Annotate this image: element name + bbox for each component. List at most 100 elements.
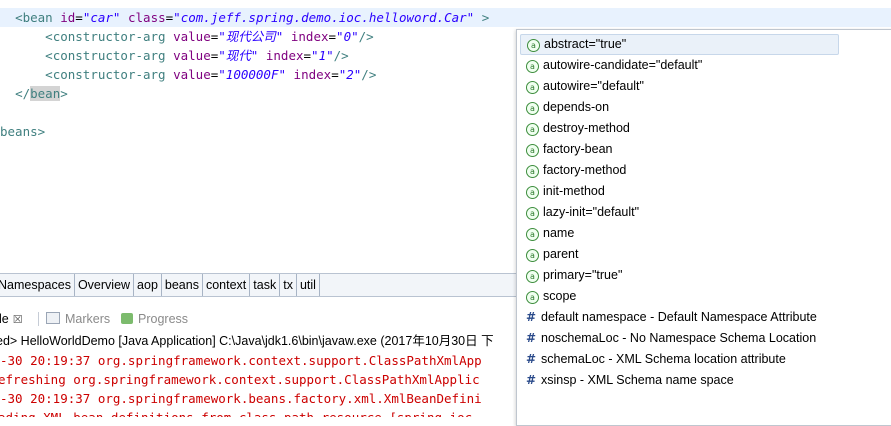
- assist-item-label: factory-bean: [543, 142, 613, 156]
- tab-tx[interactable]: tx: [280, 274, 297, 296]
- attr-name: value: [173, 67, 211, 82]
- assist-item-scope[interactable]: a scope: [520, 286, 837, 306]
- matching-tag-name: bean: [30, 86, 61, 101]
- assist-item-label: scope: [543, 289, 577, 303]
- attribute-icon: a: [526, 207, 539, 220]
- assist-item-name[interactable]: a name: [520, 223, 837, 243]
- assist-item-factory-bean[interactable]: a factory-bean: [520, 139, 837, 159]
- tab-console-label: ole: [0, 312, 9, 326]
- assist-item-autowire[interactable]: a autowire="default": [520, 76, 837, 96]
- code-line-bean-open[interactable]: <bean id="car" class="com.jeff.spring.de…: [0, 8, 489, 27]
- attribute-icon: a: [526, 291, 539, 304]
- assist-item-xsinsp[interactable]: # xsinsp - XML Schema name space: [520, 370, 837, 390]
- attribute-icon: a: [526, 123, 539, 136]
- editor-page-tabs: Namespaces Overview aop beans context ta…: [0, 273, 520, 297]
- assist-item-abstract[interactable]: a abstract="true": [520, 34, 839, 55]
- attr-value: "car": [82, 10, 121, 25]
- assist-item-label: destroy-method: [543, 121, 630, 135]
- tag-bracket: >: [60, 86, 68, 101]
- attr-value: "现代": [218, 48, 259, 63]
- assist-item-label: autowire="default": [543, 79, 644, 93]
- tab-console[interactable]: ole ☒: [0, 306, 29, 332]
- attribute-icon: a: [526, 81, 539, 94]
- console-output[interactable]: ed> HelloWorldDemo [Java Application] C:…: [0, 332, 520, 417]
- tag-bracket: </: [15, 86, 31, 101]
- tab-overview[interactable]: Overview: [75, 274, 135, 296]
- assist-item-destroy-method[interactable]: a destroy-method: [520, 118, 837, 138]
- tab-namespaces[interactable]: Namespaces: [0, 274, 75, 296]
- attribute-icon: a: [526, 60, 539, 73]
- attr-name: index: [265, 48, 304, 63]
- tag-bracket: />: [333, 48, 349, 63]
- tag-bracket: />: [361, 67, 377, 82]
- namespace-icon: #: [526, 352, 537, 366]
- attr-name: value: [173, 29, 211, 44]
- code-line-constructor-arg[interactable]: <constructor-arg value="现代" index="1"/>: [0, 46, 349, 65]
- markers-icon: [46, 312, 60, 324]
- attribute-icon: a: [526, 102, 539, 115]
- attr-name: index: [290, 29, 329, 44]
- tab-aop[interactable]: aop: [134, 274, 162, 296]
- tag-bracket: <: [15, 10, 23, 25]
- assist-item-depends-on[interactable]: a depends-on: [520, 97, 837, 117]
- assist-item-schemaloc[interactable]: # schemaLoc - XML Schema location attribu…: [520, 349, 837, 369]
- assist-item-autowire-candidate[interactable]: a autowire-candidate="default": [520, 55, 837, 75]
- namespace-icon: #: [526, 373, 537, 387]
- code-line-constructor-arg[interactable]: <constructor-arg value="100000F" index="…: [0, 65, 376, 84]
- assist-item-label: primary="true": [543, 268, 623, 282]
- code-line-bean-close[interactable]: </bean>: [0, 84, 68, 103]
- tag-bracket: >: [474, 10, 490, 25]
- assist-item-label: factory-method: [543, 163, 627, 177]
- tag-name: constructor-arg: [52, 29, 166, 44]
- attribute-icon: a: [526, 165, 539, 178]
- code-line-beans-close[interactable]: beans>: [0, 122, 45, 141]
- assist-item-factory-method[interactable]: a factory-method: [520, 160, 837, 180]
- tag-name: constructor-arg: [52, 48, 166, 63]
- assist-item-label: default namespace - Default Namespace At…: [541, 310, 817, 324]
- assist-item-label: parent: [543, 247, 579, 261]
- assist-item-label: abstract="true": [544, 37, 627, 51]
- attribute-icon: a: [526, 186, 539, 199]
- attr-value: "1": [311, 48, 334, 63]
- tab-progress-label: Progress: [138, 312, 189, 326]
- assist-item-label: lazy-init="default": [543, 205, 640, 219]
- tab-separator: [38, 312, 39, 326]
- assist-item-parent[interactable]: a parent: [520, 244, 837, 264]
- assist-item-init-method[interactable]: a init-method: [520, 181, 837, 201]
- code-line-constructor-arg[interactable]: <constructor-arg value="现代公司" index="0"/…: [0, 27, 374, 46]
- assist-item-label: depends-on: [543, 100, 610, 114]
- tab-markers[interactable]: Markers: [46, 306, 110, 332]
- assist-item-default-namespace[interactable]: # default namespace - Default Namespace A…: [520, 307, 837, 327]
- attr-name: id: [60, 10, 76, 25]
- assist-item-label: schemaLoc - XML Schema location attribut…: [541, 352, 786, 366]
- attribute-icon: a: [526, 249, 539, 262]
- assist-item-primary[interactable]: a primary="true": [520, 265, 837, 285]
- attr-value: "com.jeff.spring.demo.ioc.helloword.Car": [173, 10, 475, 25]
- close-icon[interactable]: ☒: [13, 314, 23, 326]
- namespace-icon: #: [526, 310, 537, 324]
- assist-item-label: noschemaLoc - No Namespace Schema Locati…: [541, 331, 817, 345]
- tab-progress[interactable]: Progress: [121, 306, 188, 332]
- progress-icon: [121, 313, 133, 324]
- assist-item-lazy-init[interactable]: a lazy-init="default": [520, 202, 837, 222]
- tab-util[interactable]: util: [297, 274, 320, 296]
- tag-name: bean: [22, 10, 53, 25]
- tab-task[interactable]: task: [250, 274, 281, 296]
- attr-value: "0": [336, 29, 359, 44]
- tag-bracket: />: [358, 29, 374, 44]
- attribute-icon: a: [526, 144, 539, 157]
- assist-item-noschemaloc[interactable]: # noschemaLoc - No Namespace Schema Locat…: [520, 328, 837, 348]
- tab-markers-label: Markers: [65, 312, 111, 326]
- attr-name: class: [128, 10, 166, 25]
- attr-name: value: [173, 48, 211, 63]
- console-line: efreshing org.springframework.context.su…: [0, 372, 480, 387]
- tab-context[interactable]: context: [203, 274, 251, 296]
- tab-beans[interactable]: beans: [162, 274, 203, 296]
- assist-item-label: autowire-candidate="default": [543, 58, 703, 72]
- assist-item-label: xsinsp - XML Schema name space: [541, 373, 734, 387]
- console-line: ading XML bean definitions from class pa…: [0, 408, 472, 417]
